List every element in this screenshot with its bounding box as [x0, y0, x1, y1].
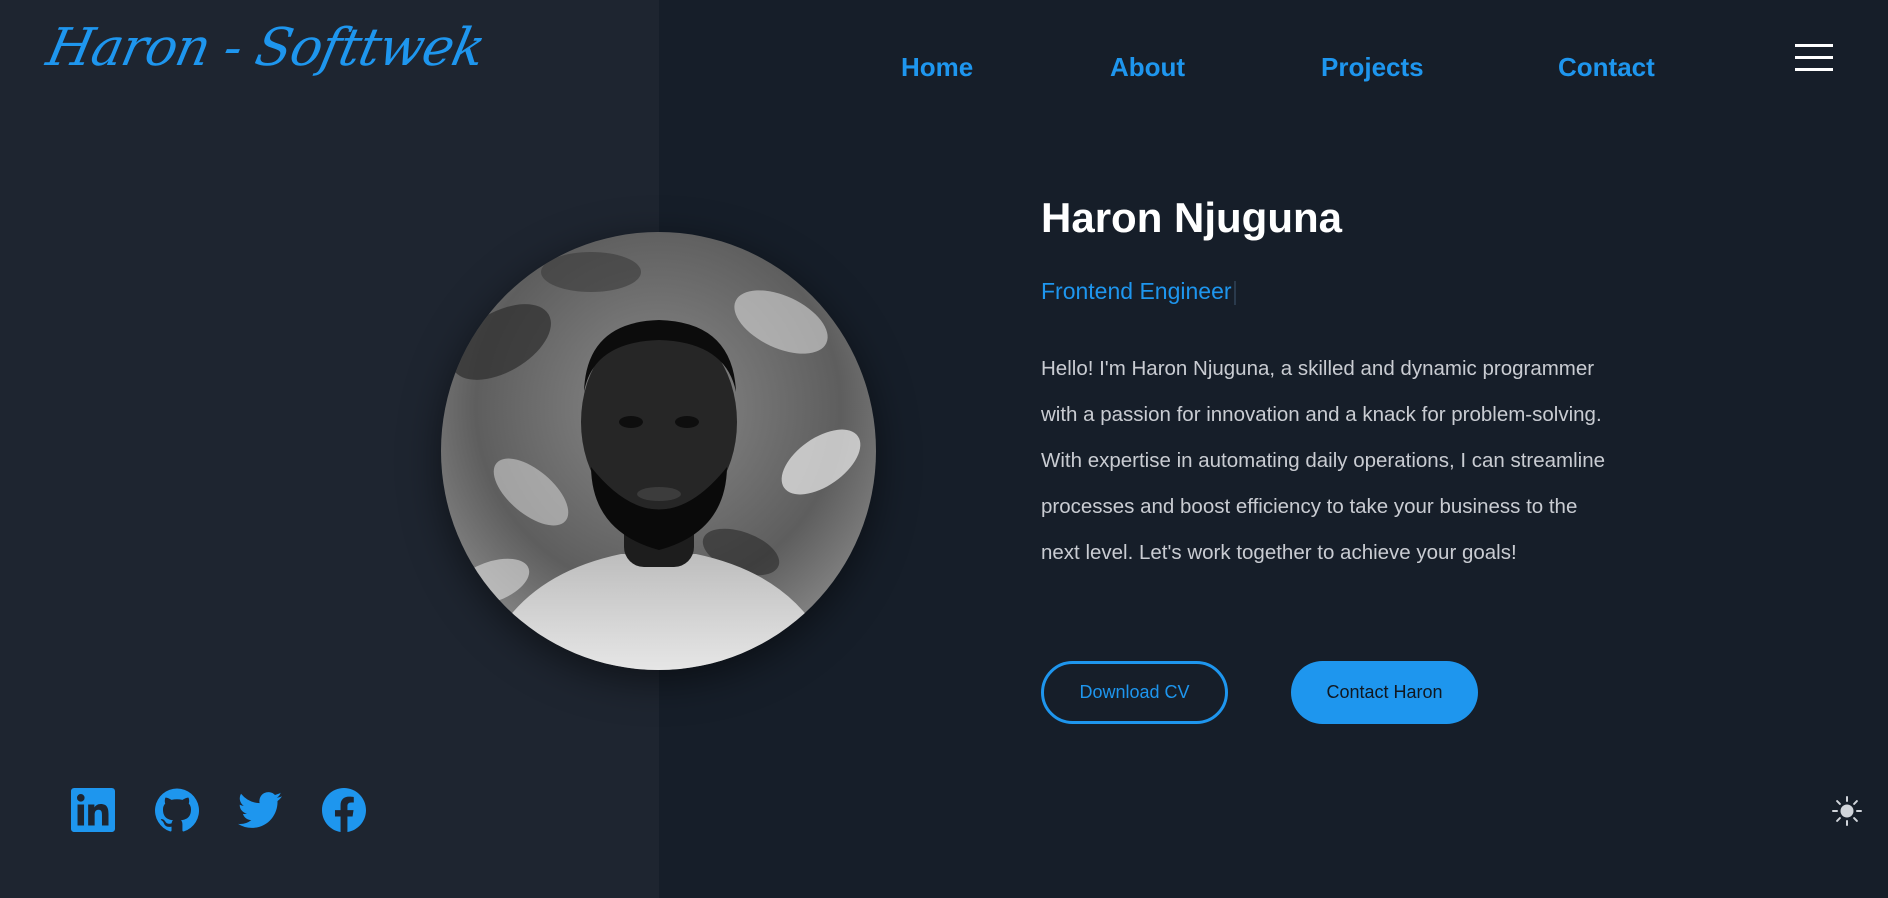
- nav-home[interactable]: Home: [901, 52, 973, 83]
- sun-icon[interactable]: [1831, 795, 1863, 827]
- github-icon[interactable]: [155, 788, 200, 832]
- facebook-icon[interactable]: [322, 788, 366, 832]
- download-cv-button[interactable]: Download CV: [1041, 661, 1228, 724]
- profile-photo: [441, 232, 876, 670]
- linkedin-icon[interactable]: [71, 788, 115, 832]
- nav-projects[interactable]: Projects: [1321, 52, 1424, 83]
- hero-role: Frontend Engineer: [1041, 278, 1236, 305]
- hamburger-menu-icon[interactable]: [1795, 44, 1833, 72]
- twitter-icon[interactable]: [238, 788, 282, 832]
- site-logo[interactable]: Haron - Softtwek: [42, 18, 490, 78]
- typing-cursor: [1233, 280, 1236, 305]
- hero-bio: Hello! I'm Haron Njuguna, a skilled and …: [1041, 357, 1606, 564]
- nav-about[interactable]: About: [1110, 52, 1185, 83]
- hero-name: Haron Njuguna: [1041, 194, 1342, 241]
- nav-contact[interactable]: Contact: [1558, 52, 1655, 83]
- hero-role-text: Frontend Engineer: [1041, 278, 1232, 304]
- contact-button[interactable]: Contact Haron: [1291, 661, 1478, 724]
